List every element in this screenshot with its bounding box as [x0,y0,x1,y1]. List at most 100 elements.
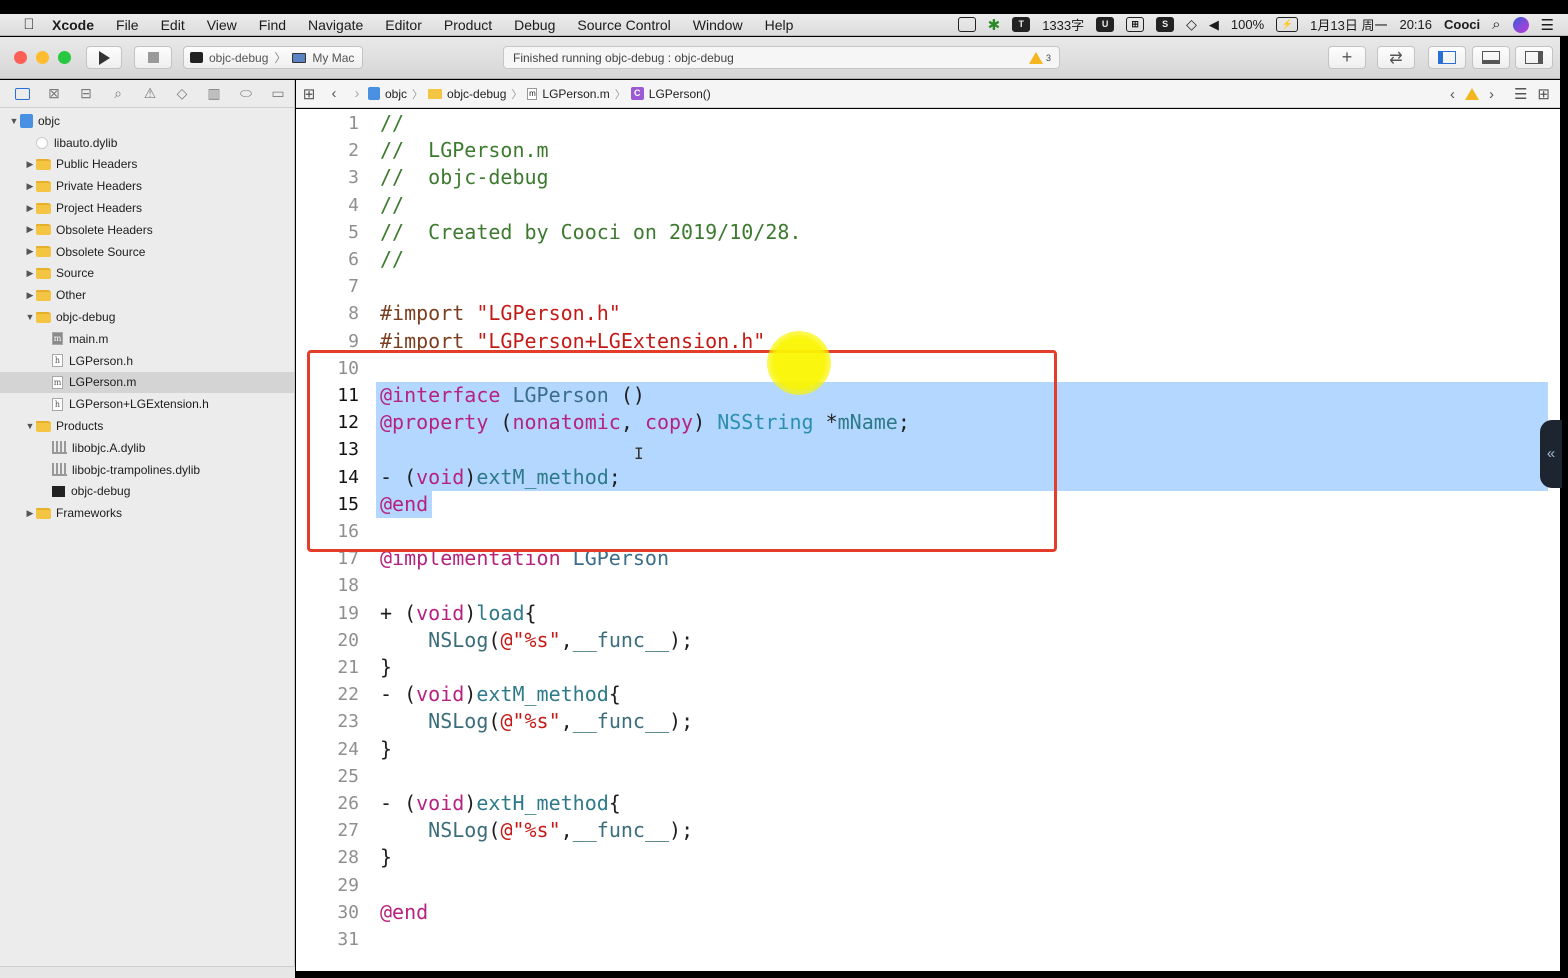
menu-edit[interactable]: Edit [150,17,196,33]
collapse-sidebar-tab[interactable]: « [1540,420,1562,488]
menu-time[interactable]: 20:16 [1399,17,1432,32]
menu-view[interactable]: View [196,17,248,33]
test-navigator-tab[interactable]: ◇ [166,84,198,104]
line-number[interactable]: 21 [296,654,359,681]
disclosure-open-icon[interactable]: ▼ [24,312,36,322]
breakpoint-navigator-tab[interactable]: ⬭ [230,84,262,104]
code-line[interactable]: 3 // objc-debug [296,164,1560,191]
project-navigator-tab[interactable] [6,84,38,104]
code-line[interactable]: 5 // Created by Cooci on 2019/10/28. [296,219,1560,246]
code-line[interactable]: 24} [296,736,1560,763]
disclosure-closed-icon[interactable]: ▶ [24,181,36,192]
spotlight-icon[interactable]: ⌕ [1492,16,1500,33]
tree-item[interactable]: ▼ Products [0,415,294,437]
line-number[interactable]: 7 [296,273,359,300]
code-line[interactable]: 30 @end [296,899,1560,926]
code-line[interactable]: 26 - (void)extH_method{ [296,790,1560,817]
code-line[interactable]: 4 // [296,192,1560,219]
menu-file[interactable]: File [105,17,150,33]
menu-date[interactable]: 1月13日 周一 [1310,15,1387,34]
disclosure-open-icon[interactable]: ▼ [24,421,36,431]
library-button[interactable]: + [1328,46,1366,69]
previous-issue-icon[interactable]: ‹ [1450,86,1455,103]
code-review-button[interactable]: ⇄ [1377,46,1415,69]
code-line[interactable]: 7 [296,273,1560,300]
activity-viewer[interactable]: Finished running objc-debug : objc-debug… [503,46,1060,69]
line-number[interactable]: 3 [296,164,359,191]
line-number[interactable]: 23 [296,708,359,735]
code-line[interactable]: 20 NSLog(@"%s",__func__); [296,627,1560,654]
line-number[interactable]: 1 [296,110,359,137]
menu-debug[interactable]: Debug [503,17,566,33]
warning-indicator[interactable]: 3 [1028,51,1051,64]
disclosure-closed-icon[interactable]: ▶ [24,203,36,214]
code-line[interactable]: 28} [296,844,1560,871]
tree-item[interactable]: m LGPerson.m [0,371,294,394]
toggle-debug-area-button[interactable] [1472,46,1510,69]
toggle-inspector-button[interactable] [1515,46,1553,69]
siri-icon[interactable] [1512,16,1529,33]
line-number[interactable]: 31 [296,926,359,953]
issue-navigator-tab[interactable]: ⚠ [134,84,166,104]
menu-window[interactable]: Window [682,17,754,33]
input-icon[interactable]: U [1096,17,1115,32]
crumb-file[interactable]: m LGPerson.m [527,87,610,101]
report-navigator-tab[interactable]: ▭ [262,84,294,104]
code-line[interactable]: 2 // LGPerson.m [296,137,1560,164]
line-number[interactable]: 28 [296,844,359,871]
menu-app[interactable]: Xcode [46,17,105,33]
scheme-selector[interactable]: objc-debug 〉 My Mac [183,46,363,69]
line-number[interactable]: 18 [296,572,359,599]
tool-icon[interactable]: ✱ [988,16,1001,34]
tree-item[interactable]: ▶ Obsolete Headers [0,219,294,241]
line-number[interactable]: 29 [296,872,359,899]
tree-item[interactable]: libobjc-trampolines.dylib [0,459,294,481]
minimize-window-button[interactable] [36,51,49,64]
tree-item[interactable]: libauto.dylib [0,132,294,154]
tree-item[interactable]: h LGPerson.h [0,350,294,372]
disclosure-closed-icon[interactable]: ▶ [24,268,36,279]
tree-item[interactable]: ▶ Frameworks [0,502,294,524]
battery-icon[interactable]: ⚡ [1276,17,1299,32]
line-number[interactable]: 25 [296,763,359,790]
code-line[interactable]: 19 + (void)load{ [296,600,1560,627]
crumb-project[interactable]: objc [368,87,407,101]
menu-help[interactable]: Help [754,17,805,33]
run-button[interactable] [86,46,122,69]
back-icon[interactable]: ‹ [322,85,346,102]
disclosure-closed-icon[interactable]: ▶ [24,508,36,519]
forward-icon[interactable]: › [346,85,368,102]
code-line[interactable]: 31 [296,926,1560,953]
tree-item[interactable]: ▼ objc-debug [0,306,294,328]
battery-percent[interactable]: 100% [1231,17,1264,32]
zoom-window-button[interactable] [58,51,71,64]
line-number[interactable]: 20 [296,627,359,654]
line-number[interactable]: 24 [296,736,359,763]
issue-warning-icon[interactable] [1464,88,1479,100]
toggle-navigator-button[interactable] [1428,46,1466,69]
related-items-icon[interactable]: ⊞ [296,85,322,103]
close-window-button[interactable] [14,51,27,64]
line-number[interactable]: 30 [296,899,359,926]
code-line[interactable]: 21} [296,654,1560,681]
tree-item[interactable]: ▶ Source [0,263,294,285]
s-icon[interactable]: S [1156,17,1175,32]
line-number[interactable]: 19 [296,600,359,627]
menu-user[interactable]: Cooci [1444,17,1480,32]
tree-item[interactable]: libobjc.A.dylib [0,437,294,459]
tree-item[interactable]: ▶ Obsolete Source [0,241,294,263]
menu-editor[interactable]: Editor [374,17,433,33]
word-count[interactable]: 1333字 [1042,15,1084,34]
code-line[interactable]: 23 NSLog(@"%s",__func__); [296,708,1560,735]
disclosure-closed-icon[interactable]: ▶ [24,224,36,235]
tree-item[interactable]: ▶ Public Headers [0,154,294,176]
line-number[interactable]: 4 [296,192,359,219]
navigator-filter-bar[interactable] [0,966,295,978]
crumb-group[interactable]: objc-debug [428,87,506,101]
volume-icon[interactable]: ◀ [1209,17,1219,33]
tree-item[interactable]: m main.m [0,328,294,350]
disclosure-closed-icon[interactable]: ▶ [24,159,36,170]
add-editor-icon[interactable]: ⊞ [1537,85,1550,103]
menu-source-control[interactable]: Source Control [566,17,681,33]
stop-button[interactable] [134,46,172,69]
